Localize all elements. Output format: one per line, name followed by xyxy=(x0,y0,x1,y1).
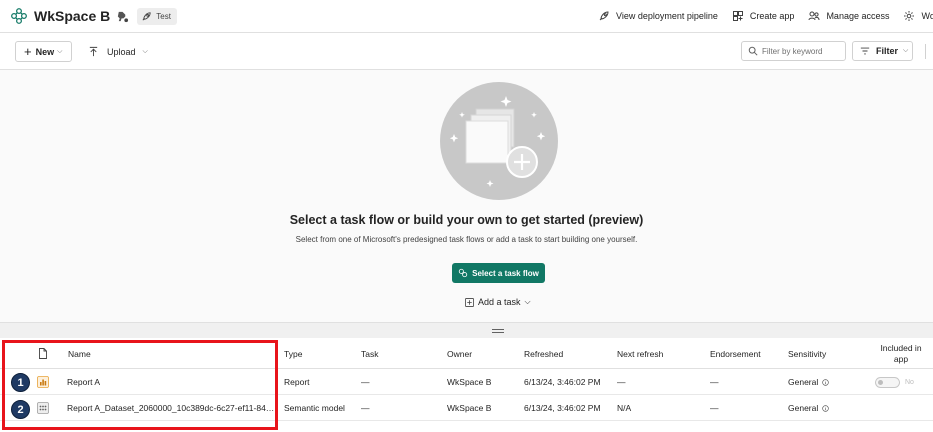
column-header-refreshed[interactable]: Refreshed xyxy=(524,338,563,369)
task-flow-illustration-icon xyxy=(440,82,558,200)
info-icon[interactable] xyxy=(822,404,829,412)
create-app-button[interactable]: Create app xyxy=(732,10,795,22)
drag-handle-icon[interactable] xyxy=(492,329,504,333)
rocket-icon xyxy=(142,11,151,20)
workspace-settings-button[interactable]: Works xyxy=(903,10,933,22)
row-endorsement: — xyxy=(710,403,719,413)
new-button[interactable]: + New ⌵ xyxy=(15,41,72,62)
upload-button[interactable]: Upload ⌵ xyxy=(88,41,148,62)
sensitivity-label: General xyxy=(788,403,819,413)
toggle-state-label: No xyxy=(905,378,914,386)
row-sensitivity[interactable]: General xyxy=(788,395,829,421)
row-sensitivity[interactable]: General xyxy=(788,369,829,395)
search-icon xyxy=(748,46,758,56)
column-header-owner[interactable]: Owner xyxy=(447,338,472,369)
empty-state-subtitle: Select from one of Microsoft's predesign… xyxy=(295,235,638,244)
included-in-app-toggle[interactable] xyxy=(875,377,900,388)
row-type: Report xyxy=(284,377,310,387)
chevron-down-icon: ⌵ xyxy=(142,47,148,55)
action-label: Works xyxy=(921,11,933,21)
deployment-stage-badge[interactable]: Test xyxy=(137,7,177,25)
chevron-down-icon: ⌵ xyxy=(903,47,909,54)
column-header-type[interactable]: Type xyxy=(284,338,302,369)
column-header-task[interactable]: Task xyxy=(361,338,378,369)
task-flow-icon xyxy=(458,268,468,278)
plus-icon: + xyxy=(24,44,32,59)
row-next-refresh: N/A xyxy=(617,403,632,413)
annotation-badge-2: 2 xyxy=(11,400,30,419)
row-type: Semantic model xyxy=(284,403,345,413)
panel-splitter[interactable] xyxy=(0,322,933,338)
header-actions: View deployment pipeline Create app Mana… xyxy=(598,0,933,32)
rocket-icon xyxy=(599,11,609,21)
action-label: Manage access xyxy=(826,11,890,21)
action-label: View deployment pipeline xyxy=(616,11,718,21)
workspace-header: WkSpace B Test View deployment pipeline … xyxy=(0,0,933,32)
add-task-button[interactable]: Add a task ⌵ xyxy=(465,296,531,308)
toolbar-separator xyxy=(925,44,926,59)
chevron-down-icon: ⌵ xyxy=(524,297,531,306)
workspace-title: WkSpace B xyxy=(34,8,111,24)
annotation-badge-1: 1 xyxy=(11,373,30,392)
column-header-sensitivity[interactable]: Sensitivity xyxy=(788,338,826,369)
action-label: Create app xyxy=(749,11,795,21)
annotation-highlight-box xyxy=(2,340,278,430)
included-line-1: Included in xyxy=(880,342,922,353)
chevron-down-icon: ⌵ xyxy=(57,47,63,55)
new-label: New xyxy=(35,46,55,57)
filter-button[interactable]: Filter ⌵ xyxy=(852,41,913,61)
sensitivity-label: General xyxy=(788,377,819,387)
add-square-icon xyxy=(465,297,474,307)
gear-icon xyxy=(904,11,915,21)
upload-icon xyxy=(89,46,98,57)
upload-label: Upload xyxy=(107,46,136,57)
row-refreshed: 6/13/24, 3:46:02 PM xyxy=(524,403,601,413)
column-header-included-in-app[interactable]: Included in app xyxy=(868,338,933,369)
select-task-flow-label: Select a task flow xyxy=(472,268,539,278)
row-refreshed: 6/13/24, 3:46:02 PM xyxy=(524,377,601,387)
column-header-next-refresh[interactable]: Next refresh xyxy=(617,338,663,369)
row-owner: WkSpace B xyxy=(447,377,492,387)
row-task: — xyxy=(361,403,370,413)
filter-icon xyxy=(860,47,870,55)
manage-access-button[interactable]: Manage access xyxy=(808,10,889,22)
toggle-knob xyxy=(878,380,883,385)
select-task-flow-button[interactable]: Select a task flow xyxy=(452,263,545,283)
row-owner: WkSpace B xyxy=(447,403,492,413)
toolbar: + New ⌵ Upload ⌵ Filter ⌵ xyxy=(0,33,933,69)
filter-search-box[interactable] xyxy=(741,41,846,61)
row-endorsement: — xyxy=(710,377,719,387)
column-header-endorsement[interactable]: Endorsement xyxy=(710,338,761,369)
filter-label: Filter xyxy=(876,46,899,56)
people-icon xyxy=(808,11,820,21)
included-line-2: app xyxy=(893,353,909,364)
add-task-label: Add a task xyxy=(478,297,521,307)
row-task: — xyxy=(361,377,370,387)
view-deployment-pipeline-button[interactable]: View deployment pipeline xyxy=(598,10,718,22)
row-next-refresh: — xyxy=(617,377,626,387)
task-flow-panel: Select a task flow or build your own to … xyxy=(0,70,933,322)
badge-label: Test xyxy=(156,11,171,21)
filter-by-keyword-input[interactable] xyxy=(762,46,844,56)
info-icon[interactable] xyxy=(822,378,829,386)
app-grid-icon xyxy=(732,11,743,21)
workspace-settings-icon[interactable] xyxy=(116,10,129,23)
empty-state-title: Select a task flow or build your own to … xyxy=(289,213,644,227)
workspace-logo-icon xyxy=(11,8,27,24)
